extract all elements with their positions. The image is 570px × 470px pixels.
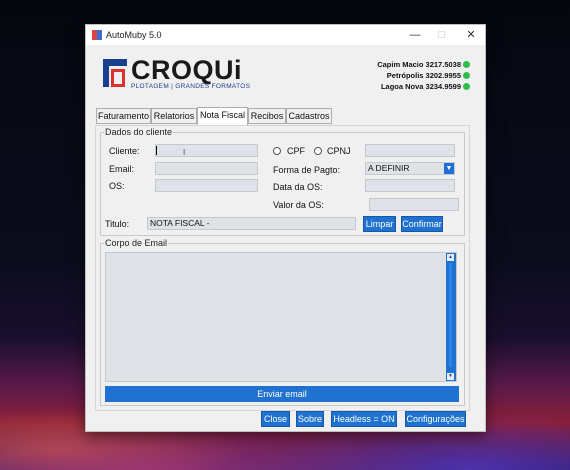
title-bar: AutoMuby 5.0 — □ ✕: [86, 25, 485, 45]
scroll-down-icon[interactable]: ▼: [447, 373, 454, 380]
tab-faturamento[interactable]: Faturamento: [96, 108, 151, 124]
data-os-input[interactable]: [365, 179, 455, 192]
dados-cliente-title: Dados do cliente: [104, 127, 174, 137]
contact-label: Capim Macio 3217.5038: [377, 60, 461, 69]
main-content: CROQUi PLOTAGEM | GRANDES FORMATOS Capim…: [86, 45, 485, 431]
titulo-label: Titulo:: [105, 219, 130, 229]
documento-input[interactable]: [365, 144, 455, 157]
contact-line: Capim Macio 3217.5038: [377, 59, 470, 70]
email-body-scrollbar[interactable]: ▲ ▼: [446, 253, 456, 381]
tab-recibos[interactable]: Recibos: [248, 108, 286, 124]
limpar-button[interactable]: Limpar: [363, 216, 396, 232]
app-icon: [92, 30, 102, 40]
nota-fiscal-panel: Dados do cliente Cliente: I Email: OS: C…: [95, 125, 470, 411]
contact-label: Petrópolis 3202.9955: [386, 71, 461, 80]
os-input[interactable]: [155, 179, 258, 192]
os-label: OS:: [109, 181, 125, 191]
maximize-button[interactable]: □: [429, 27, 455, 43]
whatsapp-icon: [463, 83, 470, 90]
email-body-textarea[interactable]: ▲ ▼: [105, 252, 457, 382]
email-input[interactable]: [155, 162, 258, 175]
valor-os-input[interactable]: [369, 198, 459, 211]
cliente-label: Cliente:: [109, 146, 140, 156]
chevron-down-icon: ▼: [444, 163, 454, 174]
brand-tagline: PLOTAGEM | GRANDES FORMATOS: [131, 83, 251, 90]
croqui-logo: CROQUi PLOTAGEM | GRANDES FORMATOS: [103, 55, 253, 91]
email-label: Email:: [109, 164, 135, 174]
contact-line: Lagoa Nova 3234.9599: [377, 81, 470, 92]
close-window-button[interactable]: ✕: [458, 27, 484, 43]
sobre-button[interactable]: Sobre: [296, 411, 324, 427]
forma-pagto-select[interactable]: A DEFINIR ▼: [365, 162, 455, 175]
tab-relatorios[interactable]: Relatorios: [151, 108, 197, 124]
forma-pagto-value: A DEFINIR: [368, 163, 410, 173]
scrollbar-thumb[interactable]: [449, 263, 452, 367]
valor-os-label: Valor da OS:: [273, 200, 324, 210]
whatsapp-icon: [463, 72, 470, 79]
text-caret: [156, 146, 157, 155]
cliente-input[interactable]: [155, 144, 258, 157]
contact-label: Lagoa Nova 3234.9599: [380, 82, 461, 91]
tab-cadastros[interactable]: Cadastros: [286, 108, 332, 124]
cpf-radio[interactable]: [273, 147, 281, 155]
whatsapp-icon: [463, 61, 470, 68]
cpnj-radio[interactable]: [314, 147, 322, 155]
croqui-logo-icon: [103, 59, 127, 87]
window-title: AutoMuby 5.0: [106, 30, 162, 40]
contact-line: Petrópolis 3202.9955: [377, 70, 470, 81]
app-window: AutoMuby 5.0 — □ ✕ CROQUi PLOTAGEM | GRA…: [85, 24, 486, 432]
forma-pagto-label: Forma de Pagto:: [273, 165, 341, 175]
dados-cliente-group: Dados do cliente Cliente: I Email: OS: C…: [100, 127, 465, 236]
brand-name: CROQUi: [131, 55, 242, 85]
minimize-button[interactable]: —: [402, 27, 428, 43]
close-button[interactable]: Close: [261, 411, 290, 427]
scroll-up-icon[interactable]: ▲: [447, 254, 454, 261]
data-os-label: Data da OS:: [273, 182, 323, 192]
headless-button[interactable]: Headless = ON: [331, 411, 397, 427]
contacts-list: Capim Macio 3217.5038 Petrópolis 3202.99…: [377, 59, 470, 92]
corpo-email-title: Corpo de Email: [104, 238, 169, 248]
text-cursor-icon: I: [183, 148, 186, 157]
enviar-email-button[interactable]: Enviar email: [105, 386, 459, 402]
corpo-email-group: Corpo de Email ▲ ▼ Enviar email: [100, 238, 465, 406]
tab-nota-fiscal[interactable]: Nota Fiscal: [197, 107, 248, 125]
confirmar-button[interactable]: Confirmar: [401, 216, 443, 232]
titulo-input[interactable]: NOTA FISCAL -: [147, 217, 356, 230]
cpnj-label: CPNJ: [327, 146, 351, 156]
cpf-label: CPF: [287, 146, 305, 156]
configuracoes-button[interactable]: Configurações: [405, 411, 466, 427]
